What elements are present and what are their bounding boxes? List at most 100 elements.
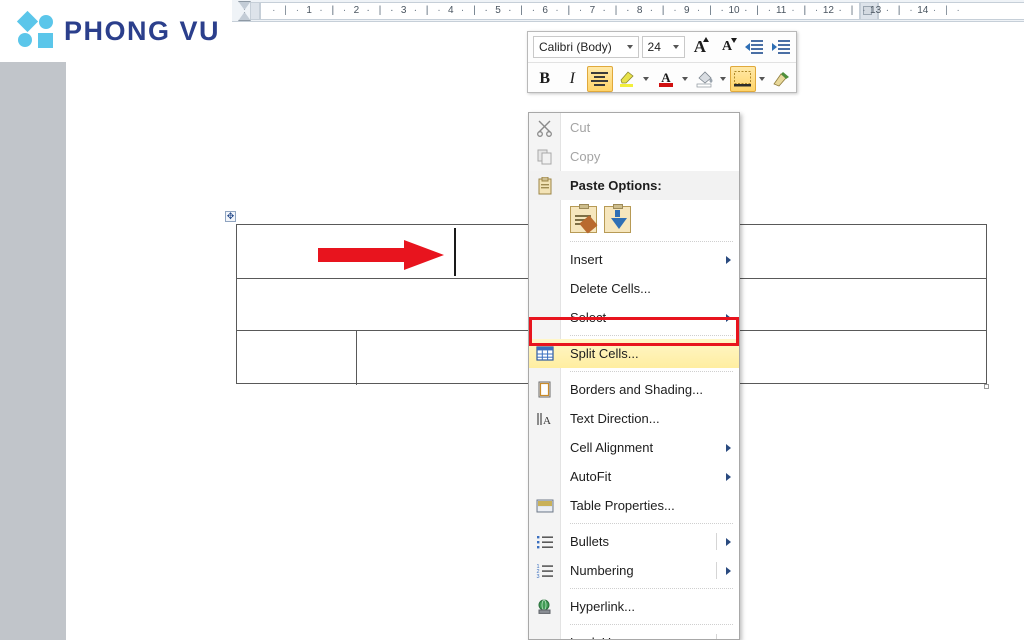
ruler-minor-tick: | xyxy=(945,5,948,16)
context-menu-item-split-cells[interactable]: Split Cells... xyxy=(529,339,739,368)
logo-diamond-shape xyxy=(16,10,39,33)
bold-button[interactable]: B xyxy=(532,66,558,92)
up-caret-icon xyxy=(703,37,710,42)
chevron-down-icon[interactable] xyxy=(673,45,680,49)
highlight-color-dropdown[interactable] xyxy=(640,66,651,92)
context-menu-item-delete-cells[interactable]: Delete Cells... xyxy=(529,274,739,303)
font-name-combo[interactable]: Calibri (Body) xyxy=(533,36,639,58)
context-menu-item-label: Hyperlink... xyxy=(570,599,636,614)
context-menu-item-hyperlink[interactable]: Hyperlink... xyxy=(529,592,739,621)
paste-merge-formatting-icon[interactable] xyxy=(604,203,631,233)
borders-dropdown[interactable] xyxy=(756,66,767,92)
context-menu-item-table-properties[interactable]: Table Properties... xyxy=(529,491,739,520)
text-highlight-color-button[interactable] xyxy=(615,66,641,92)
format-painter-button[interactable] xyxy=(769,66,795,92)
ruler-minor-tick: | xyxy=(614,5,618,16)
grow-font-button[interactable]: A xyxy=(687,34,712,60)
ruler-minor-tick: | xyxy=(331,5,335,16)
scissors-icon xyxy=(537,120,552,137)
ruler-minor-tick: · xyxy=(508,5,512,16)
chevron-down-icon xyxy=(720,76,726,81)
italic-button[interactable]: I xyxy=(560,66,586,92)
shading-dropdown[interactable] xyxy=(717,66,728,92)
format-painter-icon xyxy=(773,71,789,86)
font-size-combo[interactable]: 24 xyxy=(641,36,686,58)
horizontal-ruler[interactable]: 1 · | · · | · 2 · | · · | · 3 · | · · | · 4 · | · · | · 5 · | · · | · 6 · | · ·… xyxy=(232,0,1024,22)
ruler-minor-tick: · xyxy=(956,5,960,16)
ruler-minor-tick: · xyxy=(460,5,465,16)
center-align-icon xyxy=(591,71,609,86)
ruler-minor-tick: | xyxy=(520,5,523,16)
font-color-dropdown[interactable] xyxy=(679,66,690,92)
ruler-minor-tick: | xyxy=(756,5,759,16)
ruler-minor-tick: | xyxy=(661,5,665,16)
text-direction-icon: A xyxy=(535,409,555,429)
ruler-minor-tick: | xyxy=(709,5,712,16)
text-direction-icon: A xyxy=(537,412,551,427)
ruler-minor-tick: · xyxy=(932,5,937,16)
highlighter-icon xyxy=(620,70,634,87)
ruler-number-3: 3 xyxy=(400,5,407,16)
ruler-minor-tick: | xyxy=(378,5,382,16)
font-name-value: Calibri (Body) xyxy=(539,40,612,54)
ruler-minor-tick: · xyxy=(531,5,536,16)
ruler-minor-tick: | xyxy=(850,5,854,16)
ruler-minor-tick: · xyxy=(673,5,677,16)
font-size-value: 24 xyxy=(647,40,661,54)
shrink-font-button[interactable]: A xyxy=(714,34,739,60)
context-menu-item-label: Delete Cells... xyxy=(570,281,651,296)
context-menu-item-label: Copy xyxy=(570,149,601,164)
chevron-down-icon[interactable] xyxy=(626,45,633,49)
mini-formatting-toolbar[interactable]: Calibri (Body) 24 A A B I A xyxy=(527,31,797,93)
increase-indent-button[interactable] xyxy=(769,34,794,60)
ruler-minor-tick: · xyxy=(602,5,606,16)
context-menu[interactable]: Cut Copy Paste Options: Insert Delete Cells.… xyxy=(528,112,740,640)
context-menu-item-look-up[interactable]: Look Up xyxy=(529,628,739,639)
bullets-icon xyxy=(537,535,553,548)
ruler-minor-tick: · xyxy=(272,5,276,16)
ruler-minor-tick: · xyxy=(909,5,913,16)
ruler-number-7: 7 xyxy=(589,5,596,16)
ruler-number-9: 9 xyxy=(684,5,690,16)
chevron-right-icon xyxy=(726,472,731,481)
context-menu-item-text-direction[interactable]: A Text Direction... xyxy=(529,404,739,433)
ruler-number-6: 6 xyxy=(542,5,548,16)
context-menu-item-autofit[interactable]: AutoFit xyxy=(529,462,739,491)
borders-button[interactable] xyxy=(730,65,756,92)
table-properties-icon xyxy=(536,499,554,512)
context-menu-separator xyxy=(570,624,733,625)
increase-indent-icon xyxy=(772,39,791,54)
context-menu-item-cell-alignment[interactable]: Cell Alignment xyxy=(529,433,739,462)
paste-keep-source-formatting-icon[interactable] xyxy=(570,203,598,234)
shading-button[interactable] xyxy=(692,66,718,92)
context-menu-item-label: Cell Alignment xyxy=(570,440,654,455)
ruler-number-5: 5 xyxy=(495,5,501,16)
chevron-right-icon xyxy=(726,537,731,546)
decrease-indent-button[interactable] xyxy=(742,34,767,60)
ruler-number-8: 8 xyxy=(636,5,643,16)
context-menu-item-label: Cut xyxy=(570,120,591,135)
context-menu-item-bullets[interactable]: Bullets xyxy=(529,527,739,556)
context-menu-item-insert[interactable]: Insert xyxy=(529,245,739,274)
ruler-minor-tick: · xyxy=(578,5,583,16)
ruler-minor-tick: · xyxy=(319,5,323,16)
context-menu-item-borders-and-shading[interactable]: Borders and Shading... xyxy=(529,375,739,404)
context-menu-separator xyxy=(570,371,733,372)
context-menu-item-select[interactable]: Select xyxy=(529,303,739,332)
context-menu-separator xyxy=(570,523,733,524)
center-align-button[interactable] xyxy=(587,65,613,92)
svg-text:A: A xyxy=(661,70,671,85)
ruler-number-12: 12 xyxy=(822,5,834,16)
borders-icon xyxy=(734,70,752,86)
font-color-button[interactable]: A xyxy=(653,66,679,92)
context-menu-item-paste-options: Paste Options: xyxy=(529,171,739,200)
borders-shading-icon xyxy=(538,381,551,397)
context-menu-item-label: Select xyxy=(570,310,607,325)
hyperlink-icon xyxy=(535,597,555,617)
ruler-minor-tick: · xyxy=(626,5,630,16)
submenu-divider xyxy=(716,562,717,579)
logo-circle-bottom-shape xyxy=(18,33,32,47)
table-move-handle[interactable]: ✥ xyxy=(225,211,236,222)
bullets-icon xyxy=(535,532,555,552)
context-menu-item-numbering[interactable]: 1 2 3 Numbering xyxy=(529,556,739,585)
